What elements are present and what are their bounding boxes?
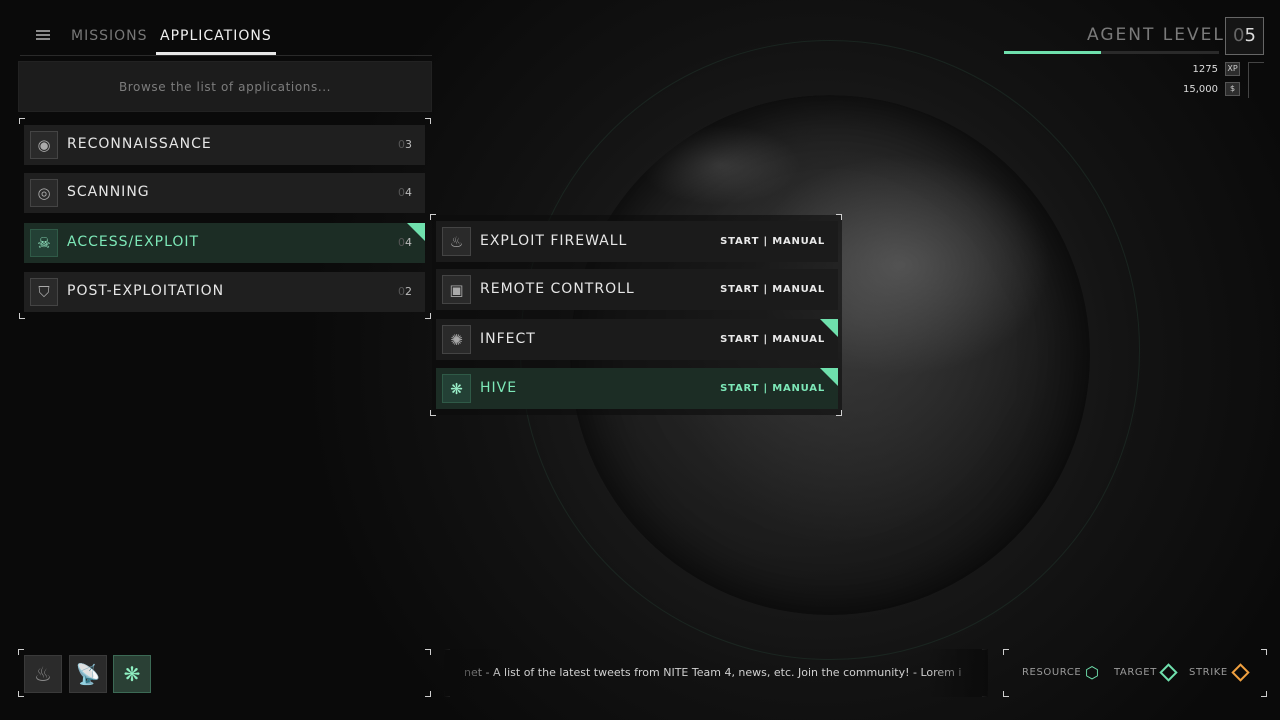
category-count: 02 [398,285,412,298]
diamond-icon [1231,663,1250,682]
divider [1248,62,1264,63]
category-label: RECONNAISSANCE [67,136,212,152]
diamond-icon [1159,663,1178,682]
money-value: 15,000 [1183,84,1218,95]
app-infect[interactable]: ✺ INFECT START | MANUAL [436,319,838,360]
fade [444,649,504,697]
corner-bracket [1003,691,1009,697]
app-label: HIVE [480,380,518,396]
tab-missions[interactable]: MISSIONS [71,28,148,44]
search-input[interactable] [19,62,431,111]
start-manual-button[interactable]: START | MANUAL [720,334,825,345]
hive-icon: ❋ [442,374,471,403]
fade [928,649,988,697]
category-count: 03 [398,138,412,151]
top-nav: MISSIONS APPLICATIONS [20,22,432,56]
start-manual-button[interactable]: START | MANUAL [720,284,825,295]
xp-badge: XP [1225,62,1240,76]
corner-bracket [430,214,436,220]
legend-target-label: TARGET [1114,667,1157,678]
hamburger-icon[interactable] [36,30,50,40]
tab-applications-label: APPLICATIONS [160,28,272,44]
corner-bracket [1261,649,1267,655]
fire-icon: ♨ [442,227,471,256]
category-count: 04 [398,186,412,199]
app-label: EXPLOIT FIREWALL [480,233,628,249]
corner-bracket [430,410,436,416]
category-label: ACCESS/EXPLOIT [67,234,200,250]
tab-applications[interactable]: APPLICATIONS [156,28,276,55]
legend-resource-label: RESOURCE [1022,667,1082,678]
start-manual-button[interactable]: START | MANUAL [720,236,825,247]
legend-strike-label: STRIKE [1189,667,1228,678]
agent-level-title: AGENT LEVEL [1087,25,1225,45]
corner-bracket [1003,649,1009,655]
satellite-dish-icon[interactable]: 📡 [69,655,107,693]
corner-bracket [836,214,842,220]
corner-bracket [836,410,842,416]
corner-bracket [19,313,25,319]
active-tab-underline [156,52,276,55]
divider [1248,62,1249,98]
fire-icon[interactable]: ♨ [24,655,62,693]
xp-progress-fill [1004,51,1101,54]
hexagon-icon: ⬡ [1085,663,1099,682]
bug-icon: ✺ [442,325,471,354]
eye-icon: ◉ [30,131,58,159]
category-scanning[interactable]: ◎ SCANNING 04 [24,173,425,213]
new-flag [407,223,425,241]
corner-bracket [425,118,431,124]
radar-icon: ◎ [30,179,58,207]
category-reconnaissance[interactable]: ◉ RECONNAISSANCE 03 [24,125,425,165]
new-flag [820,368,838,386]
start-manual-button[interactable]: START | MANUAL [720,383,825,394]
agent-level-value: 05 [1225,17,1264,55]
shield-icon: ⛉ [30,278,58,306]
corner-bracket [1261,691,1267,697]
category-label: SCANNING [67,184,150,200]
app-exploit-firewall[interactable]: ♨ EXPLOIT FIREWALL START | MANUAL [436,221,838,262]
corner-bracket [425,313,431,319]
category-access-exploit[interactable]: ☠ ACCESS/EXPLOIT 04 [24,223,425,263]
money-badge: $ [1225,82,1240,96]
app-remote-controll[interactable]: ▣ REMOTE CONTROLL START | MANUAL [436,269,838,310]
app-label: INFECT [480,331,536,347]
corner-bracket [425,691,431,697]
xp-value: 1275 [1192,64,1218,75]
app-label: REMOTE CONTROLL [480,281,635,297]
hive-icon[interactable]: ❋ [113,655,151,693]
category-post-exploitation[interactable]: ⛉ POST-EXPLOITATION 02 [24,272,425,312]
new-flag [820,319,838,337]
map-legend: RESOURCE ⬡ TARGET STRIKE [1003,649,1267,697]
app-hive[interactable]: ❋ HIVE START | MANUAL [436,368,838,409]
xp-progress-bar [1004,51,1219,54]
ticker-text: net - A list of the latest tweets from N… [464,666,962,679]
category-label: POST-EXPLOITATION [67,283,225,299]
remote-icon: ▣ [442,275,471,304]
news-ticker: net - A list of the latest tweets from N… [444,649,988,697]
skull-icon: ☠ [30,229,58,257]
quick-bar: ♨ 📡 ❋ [18,649,431,697]
corner-bracket [19,118,25,124]
application-search[interactable] [18,61,432,112]
corner-bracket [425,649,431,655]
